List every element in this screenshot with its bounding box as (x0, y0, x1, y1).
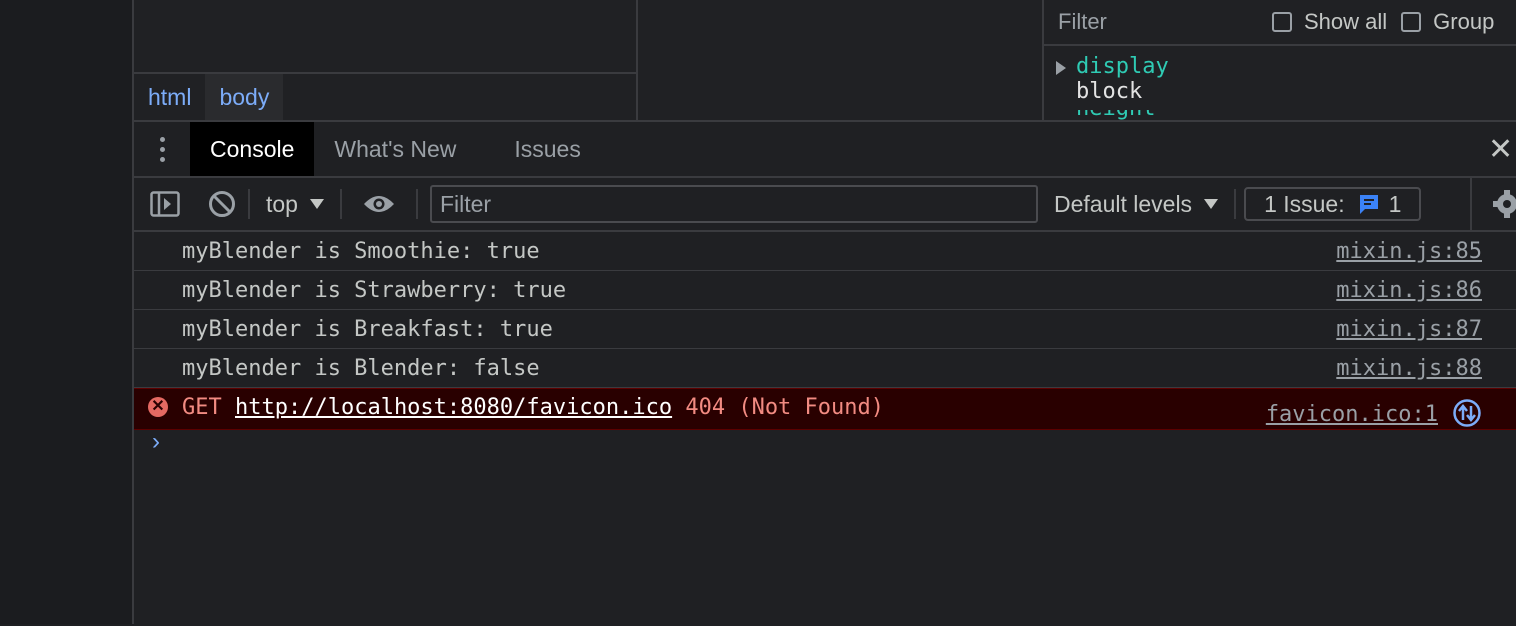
group-label: Group (1433, 9, 1495, 34)
console-message: myBlender is Breakfast: true mixin.js:87 (134, 310, 1516, 349)
issue-message-icon (1359, 195, 1378, 214)
context-selector[interactable]: top (250, 178, 340, 230)
error-method: GET (182, 395, 222, 420)
toolbar-separator (1234, 189, 1237, 219)
message-text: myBlender is Strawberry: true (182, 277, 567, 303)
styles-panel (638, 0, 1044, 120)
more-vertical-icon (159, 136, 165, 162)
tab-whats-new[interactable]: What's New (314, 122, 476, 176)
property-value: block (1076, 79, 1143, 104)
error-status: 404 (Not Found) (685, 395, 885, 420)
computed-filter-input[interactable]: Filter (1058, 9, 1258, 35)
clear-console-button[interactable] (196, 178, 248, 230)
drawer-tab-bar: Console What's New Issues ✕ (134, 122, 1516, 178)
tab-console[interactable]: Console (190, 122, 315, 176)
sidebar-icon (150, 191, 180, 217)
console-message: myBlender is Blender: false mixin.js:88 (134, 349, 1516, 388)
console-toolbar: top Default levels 1 Issue: 1 (134, 178, 1516, 232)
issues-count: 1 (1388, 190, 1402, 217)
dom-tree-area (134, 0, 636, 74)
show-all-label: Show all (1304, 9, 1388, 34)
breadcrumb: html body (134, 74, 284, 120)
issues-counter-button[interactable]: 1 Issue: 1 (1244, 187, 1422, 221)
message-text: myBlender is Smoothie: true (182, 238, 540, 264)
log-levels-label: Default levels (1053, 190, 1193, 217)
gear-icon (1493, 190, 1516, 218)
issues-label: 1 Issue: (1264, 190, 1345, 217)
breadcrumb-body[interactable]: body (205, 74, 284, 120)
left-gutter (0, 0, 134, 624)
toolbar-separator (415, 189, 418, 219)
console-message: myBlender is Strawberry: true mixin.js:8… (134, 271, 1516, 310)
network-request-icon[interactable] (1452, 398, 1482, 428)
tab-issues[interactable]: Issues (494, 122, 600, 176)
error-url-link[interactable]: http://localhost:8080/favicon.ico (235, 395, 672, 420)
console-messages: myBlender is Smoothie: true mixin.js:85 … (134, 232, 1516, 430)
group-checkbox[interactable]: Group (1401, 9, 1494, 35)
elements-panel: html body (134, 0, 638, 120)
log-levels-dropdown[interactable]: Default levels (1038, 178, 1234, 230)
eye-icon (363, 196, 394, 212)
caret-down-icon (309, 199, 324, 209)
breadcrumb-html[interactable]: html (134, 74, 205, 120)
message-text: myBlender is Breakfast: true (182, 316, 553, 342)
console-prompt[interactable]: › (152, 428, 160, 456)
computed-panel: Filter Show all Group display block heig… (1044, 0, 1516, 120)
context-label: top (266, 190, 298, 217)
console-filter-input[interactable] (429, 185, 1038, 223)
computed-property-display[interactable]: display block (1056, 54, 1169, 104)
computed-property-partial: height (1076, 110, 1166, 120)
caret-down-icon (1204, 199, 1219, 209)
show-sidebar-button[interactable] (134, 178, 196, 230)
console-message: myBlender is Smoothie: true mixin.js:85 (134, 232, 1516, 271)
close-icon[interactable]: ✕ (1488, 122, 1516, 176)
error-icon: ✕ (148, 397, 168, 417)
drawer-menu-button[interactable] (134, 122, 190, 176)
live-expression-button[interactable] (342, 178, 416, 230)
group-checkbox-box[interactable] (1401, 12, 1422, 32)
show-all-checkbox[interactable]: Show all (1272, 9, 1387, 35)
expand-triangle-icon[interactable] (1056, 61, 1066, 75)
message-source-link[interactable]: mixin.js:86 (1336, 278, 1482, 303)
property-name-partial: height (1076, 110, 1166, 120)
message-source-link[interactable]: mixin.js:88 (1336, 356, 1482, 381)
error-text: GET http://localhost:8080/favicon.ico 40… (182, 395, 884, 420)
computed-filter-row: Filter Show all Group (1044, 0, 1516, 46)
block-icon (209, 191, 235, 217)
console-settings-button[interactable] (1470, 178, 1516, 230)
console-drawer: Console What's New Issues ✕ top Filter D… (134, 120, 1516, 626)
console-error-message: ✕ GET http://localhost:8080/favicon.ico … (134, 388, 1516, 430)
message-text: myBlender is Blender: false (182, 355, 540, 381)
message-source-link[interactable]: mixin.js:87 (1336, 317, 1482, 342)
error-source-link[interactable]: favicon.ico:1 (1266, 402, 1438, 427)
property-name: display (1076, 54, 1169, 79)
message-source-link[interactable]: mixin.js:85 (1336, 239, 1482, 264)
show-all-checkbox-box[interactable] (1272, 12, 1292, 32)
